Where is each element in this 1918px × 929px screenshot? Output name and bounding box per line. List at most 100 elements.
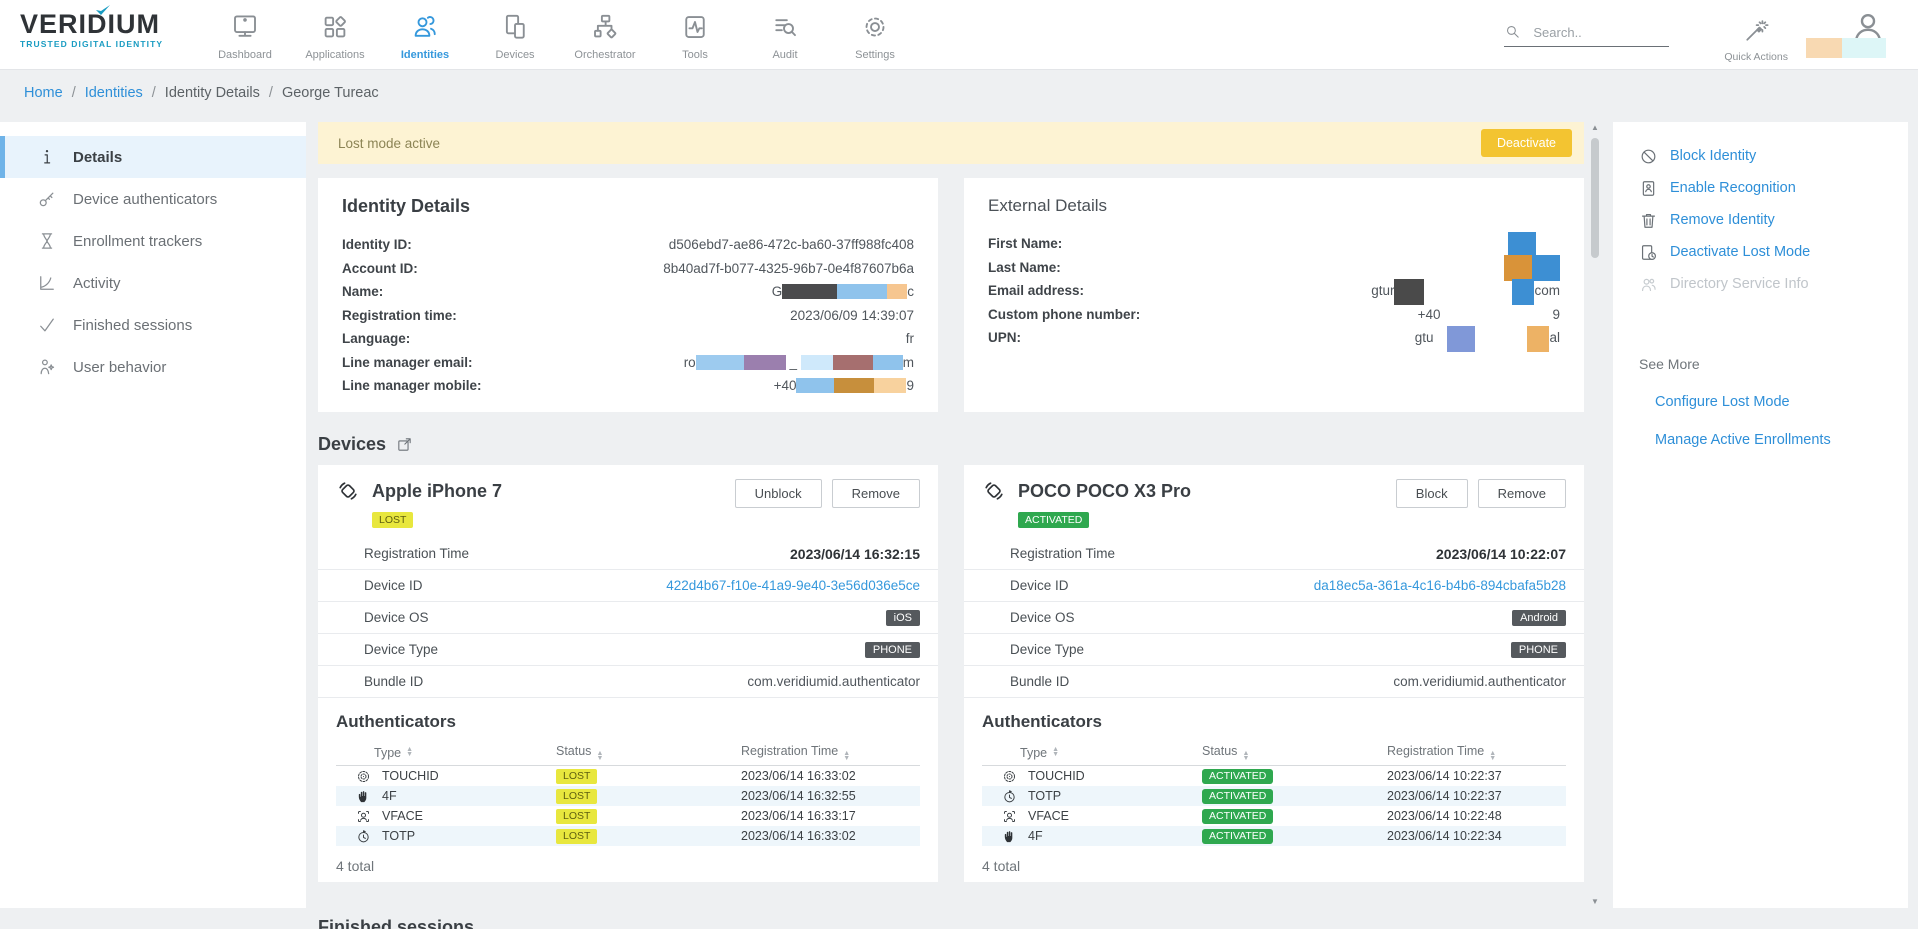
authenticator-row: 4F LOST 2023/06/14 16:32:55 (336, 786, 920, 806)
nav-audit[interactable]: Audit (740, 0, 830, 69)
device-type-badge: PHONE (1511, 642, 1566, 658)
enable-recognition-action[interactable]: Enable Recognition (1639, 172, 1908, 204)
tools-icon (680, 12, 710, 42)
device-os-badge: iOS (886, 610, 920, 626)
remove-device-button[interactable]: Remove (1478, 479, 1566, 508)
block-device-button[interactable]: Block (1396, 479, 1468, 508)
redaction-block (874, 378, 906, 393)
sort-icon (596, 752, 603, 761)
scroll-down-icon[interactable]: ▼ (1589, 896, 1601, 908)
authenticator-row: VFACE ACTIVATED 2023/06/14 10:22:48 (982, 806, 1566, 826)
device-icon (982, 479, 1018, 503)
nav-tools[interactable]: Tools (650, 0, 740, 69)
configure-lost-mode-link[interactable]: Configure Lost Mode (1639, 394, 1908, 410)
unblock-device-button[interactable]: Unblock (735, 479, 822, 508)
bundle-id-value: com.veridiumid.authenticator (1069, 674, 1566, 689)
sort-icon (1052, 748, 1059, 757)
last-name-label: Last Name: (988, 260, 1061, 275)
status-badge: LOST (556, 809, 597, 824)
name-label: Name: (342, 284, 383, 299)
device-card-poco-x3-pro: POCO POCO X3 Pro Block Remove ACTIVATED … (964, 465, 1584, 882)
remove-identity-action[interactable]: Remove Identity (1639, 204, 1908, 236)
totp-clock-icon (1002, 789, 1028, 804)
redaction-block (1447, 326, 1475, 352)
trash-icon (1639, 211, 1670, 230)
authenticators-total: 4 total (318, 858, 938, 874)
sort-by-status[interactable]: Status (556, 744, 741, 761)
sidebar-enrollment-trackers-label: Enrollment trackers (73, 233, 202, 250)
redaction-block (782, 284, 837, 299)
sidebar-item-activity[interactable]: Activity (0, 262, 306, 304)
nav-dashboard[interactable]: Dashboard (200, 0, 290, 69)
search-icon (1504, 23, 1533, 40)
identity-id-label: Identity ID: (342, 237, 412, 252)
authenticator-row: TOUCHID LOST 2023/06/14 16:33:02 (336, 766, 920, 786)
nav-devices[interactable]: Devices (470, 0, 560, 69)
open-devices-icon[interactable] (386, 436, 413, 453)
search-input[interactable] (1533, 25, 1653, 40)
email-address-label: Email address: (988, 283, 1084, 298)
line-manager-email-value: ro _ m (473, 355, 914, 370)
redaction-block (1532, 255, 1560, 281)
remove-device-button[interactable]: Remove (832, 479, 920, 508)
status-badge: ACTIVATED (1202, 789, 1273, 804)
deactivate-lost-mode-action[interactable]: Deactivate Lost Mode (1639, 236, 1908, 268)
device-os-label: Device OS (1010, 610, 1075, 625)
status-badge: ACTIVATED (1202, 829, 1273, 844)
authenticators-table: Type Status Registration Time TOUCHID AC… (982, 740, 1566, 846)
quick-actions-label: Quick Actions (1724, 51, 1788, 63)
sidebar-device-authenticators-label: Device authenticators (73, 191, 217, 208)
breadcrumb-identities[interactable]: Identities (85, 85, 143, 101)
sort-by-type[interactable]: Type (982, 746, 1202, 760)
status-badge: LOST (556, 789, 597, 804)
device-name: POCO POCO X3 Pro (1018, 481, 1191, 502)
remove-identity-label: Remove Identity (1670, 212, 1775, 228)
authenticator-row: TOUCHID ACTIVATED 2023/06/14 10:22:37 (982, 766, 1566, 786)
sidebar-item-details[interactable]: Details (0, 136, 306, 178)
nav-applications[interactable]: Applications (290, 0, 380, 69)
nav-orchestrator[interactable]: Orchestrator (560, 0, 650, 69)
vertical-scrollbar[interactable]: ▲ ▼ (1589, 122, 1601, 908)
nav-orchestrator-label: Orchestrator (574, 49, 635, 61)
scroll-up-icon[interactable]: ▲ (1589, 122, 1601, 134)
block-identity-label: Block Identity (1670, 148, 1756, 164)
sort-icon (1242, 752, 1249, 761)
sidebar-item-enrollment-trackers[interactable]: Enrollment trackers (0, 220, 306, 262)
scrollbar-thumb[interactable] (1591, 138, 1599, 258)
deactivate-lost-mode-label: Deactivate Lost Mode (1670, 244, 1810, 260)
user-menu[interactable] (1836, 0, 1900, 70)
redaction-block (833, 355, 873, 370)
devices-section-header: Devices (318, 434, 1584, 455)
nav-dashboard-label: Dashboard (218, 49, 272, 61)
status-badge: LOST (556, 769, 597, 784)
sort-by-registration-time[interactable]: Registration Time (741, 744, 920, 761)
sort-by-status[interactable]: Status (1202, 744, 1387, 761)
nav-applications-label: Applications (305, 49, 364, 61)
sidebar-item-user-behavior[interactable]: User behavior (0, 346, 306, 388)
sort-by-type[interactable]: Type (336, 746, 556, 760)
nav-devices-label: Devices (495, 49, 534, 61)
deactivate-lost-mode-button[interactable]: Deactivate (1481, 129, 1572, 157)
redaction-block (1504, 255, 1532, 281)
manage-active-enrollments-link[interactable]: Manage Active Enrollments (1639, 432, 1908, 448)
content-area: Lost mode active Deactivate Identity Det… (318, 122, 1584, 929)
sidebar-item-device-authenticators[interactable]: Device authenticators (0, 178, 306, 220)
bundle-id-label: Bundle ID (364, 674, 423, 689)
nav-identities-label: Identities (401, 49, 449, 61)
redaction-block (1508, 232, 1536, 258)
redaction-block (1394, 279, 1424, 305)
device-id-link[interactable]: da18ec5a-361a-4c16-b4b6-894cbafa5b28 (1069, 578, 1566, 593)
authenticators-table-header: Type Status Registration Time (982, 740, 1566, 766)
quick-actions-button[interactable]: Quick Actions (1724, 7, 1788, 63)
device-card-apple-iphone-7: Apple iPhone 7 Unblock Remove LOST Regis… (318, 465, 938, 882)
sort-by-registration-time[interactable]: Registration Time (1387, 744, 1566, 761)
dashboard-icon (230, 12, 260, 42)
sidebar-item-finished-sessions[interactable]: Finished sessions (0, 304, 306, 346)
block-identity-action[interactable]: Block Identity (1639, 140, 1908, 172)
device-id-link[interactable]: 422d4b67-f10e-41a9-9e40-3e56d036e5ce (423, 578, 920, 593)
nav-settings[interactable]: Settings (830, 0, 920, 69)
identity-id-value: d506ebd7-ae86-472c-ba60-37ff988fc408 (412, 237, 914, 252)
breadcrumb-home[interactable]: Home (24, 85, 63, 101)
nav-identities[interactable]: Identities (380, 0, 470, 69)
redaction-block (744, 355, 786, 370)
